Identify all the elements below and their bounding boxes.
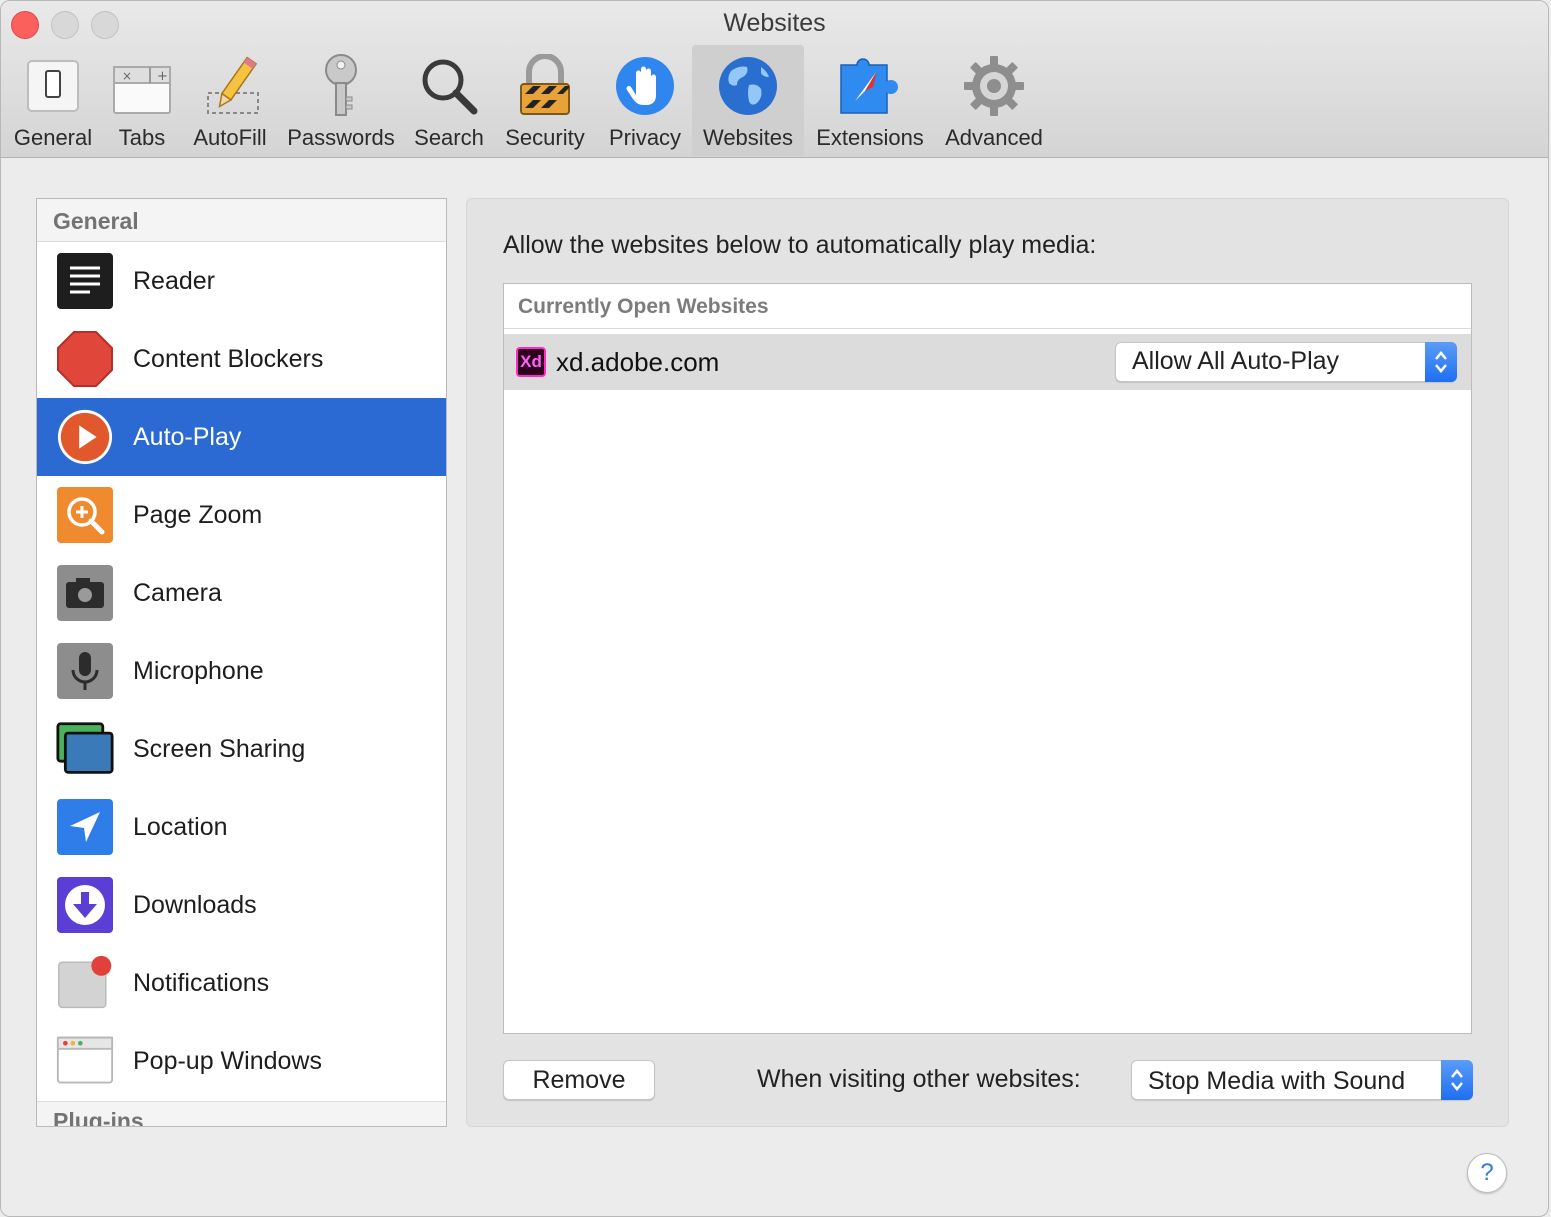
panel-caption: Allow the websites below to automaticall… xyxy=(503,231,1097,259)
toolbar-label: Websites xyxy=(702,125,794,150)
gear-icon xyxy=(959,51,1029,121)
globe-icon xyxy=(713,51,783,121)
sidebar-item-label: Camera xyxy=(133,578,222,607)
sidebar-item-label: Location xyxy=(133,812,228,841)
play-icon xyxy=(56,408,114,466)
sidebar-item-label: Content Blockers xyxy=(133,344,324,373)
sidebar-item-downloads[interactable]: Downloads xyxy=(37,866,446,944)
toolbar-label: General xyxy=(13,125,93,150)
other-websites-select[interactable]: Stop Media with Sound xyxy=(1131,1060,1473,1100)
toolbar-security[interactable]: Security xyxy=(497,45,593,156)
sidebar-item-label: Notifications xyxy=(133,968,270,997)
other-websites-label: When visiting other websites: xyxy=(757,1065,1081,1093)
toolbar-label: Search xyxy=(414,125,484,150)
sidebar-item-popup-windows[interactable]: Pop-up Windows xyxy=(37,1022,446,1100)
sidebar-item-notifications[interactable]: Notifications xyxy=(37,944,446,1022)
list-section-header-plugins: Plug-ins xyxy=(37,1101,446,1126)
toolbar-tabs[interactable]: × + Tabs xyxy=(105,45,179,156)
pencil-icon xyxy=(195,51,265,121)
svg-text:×: × xyxy=(122,69,132,83)
sidebar-item-location[interactable]: Location xyxy=(37,788,446,866)
sidebar-item-label: Microphone xyxy=(133,656,264,685)
screen-sharing-icon xyxy=(56,720,114,778)
padlock-icon xyxy=(510,51,580,121)
sidebar-item-microphone[interactable]: Microphone xyxy=(37,632,446,710)
sidebar-item-label: Pop-up Windows xyxy=(133,1046,322,1075)
table-row[interactable]: Xd xd.adobe.com Allow All Auto-Play xyxy=(504,334,1471,390)
toolbar-general[interactable]: General xyxy=(5,45,101,156)
sidebar-item-auto-play[interactable]: Auto-Play xyxy=(37,398,446,476)
remove-button[interactable]: Remove xyxy=(503,1060,655,1100)
site-autoplay-select[interactable]: Allow All Auto-Play xyxy=(1115,342,1457,382)
camera-icon xyxy=(56,564,114,622)
preferences-window: Websites General × + Tabs AutoFill Passw… xyxy=(0,0,1549,1217)
zoom-icon xyxy=(56,486,114,544)
window-title: Websites xyxy=(723,9,826,37)
website-name: xd.adobe.com xyxy=(556,347,720,377)
stop-sign-icon xyxy=(56,330,114,388)
key-icon xyxy=(306,51,376,121)
toolbar-search[interactable]: Search xyxy=(407,45,491,156)
updown-chevron-icon xyxy=(1425,342,1457,382)
table-section-header: Currently Open Websites xyxy=(504,284,1471,329)
adobe-xd-icon: Xd xyxy=(516,347,546,377)
sidebar-item-reader[interactable]: Reader xyxy=(37,242,446,320)
sidebar-item-screen-sharing[interactable]: Screen Sharing xyxy=(37,710,446,788)
magnifier-icon xyxy=(414,51,484,121)
puzzle-compass-icon xyxy=(835,51,905,121)
general-switch-icon xyxy=(18,51,88,121)
toolbar: Websites General × + Tabs AutoFill Passw… xyxy=(1,1,1548,158)
category-list: General Reader Content Blockers Auto-Pla… xyxy=(36,198,447,1127)
toolbar-autofill[interactable]: AutoFill xyxy=(187,45,273,156)
sidebar-item-camera[interactable]: Camera xyxy=(37,554,446,632)
sidebar-item-page-zoom[interactable]: Page Zoom xyxy=(37,476,446,554)
select-value: Stop Media with Sound xyxy=(1148,1067,1406,1095)
websites-table: Currently Open Websites Xd xd.adobe.com … xyxy=(503,283,1472,1034)
toolbar-label: Advanced xyxy=(945,125,1043,150)
toolbar-label: AutoFill xyxy=(193,125,267,150)
toolbar-label: Passwords xyxy=(287,125,395,150)
svg-text:+: + xyxy=(157,69,168,84)
reader-icon xyxy=(56,252,114,310)
list-section-header: General xyxy=(37,199,446,242)
sidebar-item-content-blockers[interactable]: Content Blockers xyxy=(37,320,446,398)
notifications-icon xyxy=(56,954,114,1012)
auto-play-panel: Allow the websites below to automaticall… xyxy=(466,198,1509,1127)
microphone-icon xyxy=(56,642,114,700)
location-icon xyxy=(56,798,114,856)
toolbar-label: Tabs xyxy=(118,125,166,150)
sidebar-item-label: Page Zoom xyxy=(133,500,263,529)
toolbar-websites[interactable]: Websites xyxy=(692,45,804,156)
sidebar-item-label: Screen Sharing xyxy=(133,734,306,763)
sidebar-item-label: Auto-Play xyxy=(133,422,242,451)
hand-icon xyxy=(610,51,680,121)
toolbar-privacy[interactable]: Privacy xyxy=(601,45,689,156)
updown-chevron-icon xyxy=(1441,1060,1473,1100)
sidebar-item-label: Reader xyxy=(133,266,215,295)
toolbar-label: Security xyxy=(505,125,585,150)
toolbar-label: Privacy xyxy=(608,125,682,150)
toolbar-extensions[interactable]: Extensions xyxy=(809,45,931,156)
downloads-icon xyxy=(56,876,114,934)
select-value: Allow All Auto-Play xyxy=(1132,347,1340,375)
help-button[interactable]: ? xyxy=(1467,1153,1507,1193)
toolbar-advanced[interactable]: Advanced xyxy=(937,45,1051,156)
sidebar-item-label: Downloads xyxy=(133,890,257,919)
popup-windows-icon xyxy=(56,1032,114,1090)
tabs-icon: × + xyxy=(107,51,177,121)
toolbar-passwords[interactable]: Passwords xyxy=(281,45,401,156)
toolbar-label: Extensions xyxy=(816,125,924,150)
